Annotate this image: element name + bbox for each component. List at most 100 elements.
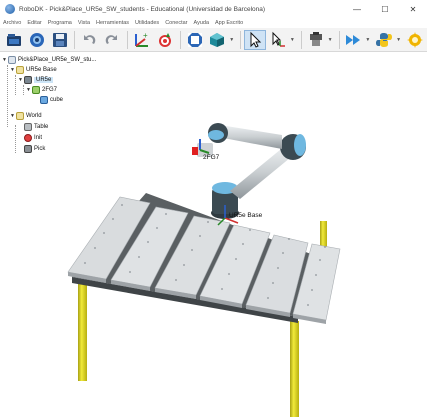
select-icon	[250, 31, 262, 48]
tree-label-ur5e: UR5e	[34, 77, 54, 83]
run-dropdown-icon[interactable]: ▼	[365, 37, 371, 43]
table-leg-front-right	[290, 321, 299, 417]
tree-connector	[23, 85, 24, 95]
move-reference-icon	[272, 31, 285, 47]
teach-target-icon	[158, 32, 171, 47]
title-bar: RoboDK - Pick&Place_UR5e_SW_students - E…	[0, 0, 427, 18]
station-icon	[8, 56, 16, 64]
add-target-button[interactable]: +	[131, 30, 153, 50]
robot-icon	[24, 76, 32, 84]
frame-icon	[16, 112, 24, 120]
tool-label: 2FG7	[203, 154, 220, 161]
toolbar-separator	[127, 30, 129, 49]
tree-node-station[interactable]: ▼ Pick&Place_UR5e_SW_stu...	[2, 55, 96, 65]
select-button[interactable]	[244, 29, 267, 50]
robot-upper-arm	[218, 125, 282, 149]
toolbar-separator	[74, 30, 76, 49]
tree-label-cube: cube	[50, 97, 64, 103]
table-leg-front-left	[78, 283, 87, 381]
tree-node-table[interactable]: Table	[24, 122, 48, 132]
robot-elbow-ring	[294, 134, 306, 156]
web-button[interactable]	[26, 30, 48, 50]
program-icon	[24, 145, 32, 153]
object-icon	[24, 123, 32, 131]
toolbar-separator	[338, 30, 340, 49]
fit-view-button[interactable]	[184, 30, 206, 50]
tcp-red-marker	[192, 147, 198, 155]
maximize-button[interactable]: ☐	[371, 0, 399, 18]
move-dropdown-icon[interactable]: ▼	[290, 37, 296, 43]
options-button[interactable]	[404, 30, 426, 50]
undo-button[interactable]	[78, 30, 100, 50]
web-icon	[29, 32, 44, 47]
iso-view-dropdown-icon[interactable]: ▼	[229, 37, 235, 43]
options-icon	[406, 31, 423, 48]
tree-node-2fg7[interactable]: ▼ 2FG7	[26, 85, 57, 95]
menu-herramientas[interactable]: Herramientas	[96, 20, 129, 26]
tree-label-init: Init	[34, 135, 43, 141]
open-icon	[6, 33, 21, 46]
teach-target-button[interactable]	[154, 30, 176, 50]
open-button[interactable]	[3, 30, 25, 50]
python-icon	[376, 32, 393, 47]
tool-icon	[32, 86, 40, 94]
station-tree: ▼ Pick&Place_UR5e_SW_stu... ▼ UR5e Base …	[0, 53, 112, 163]
base-label: UR5e Base	[229, 212, 263, 219]
toolbar-separator	[240, 30, 242, 49]
toolbar-separator	[300, 30, 302, 49]
run-icon	[346, 34, 361, 45]
save-button[interactable]	[49, 30, 71, 50]
add-target-icon: +	[134, 31, 148, 47]
minimize-button[interactable]: —	[343, 0, 371, 18]
redo-button[interactable]	[101, 30, 123, 50]
menu-bar: Archivo Editar Programa Vista Herramient…	[0, 18, 427, 28]
tree-label-pick: Pick	[34, 146, 46, 152]
tree-label-world: World	[26, 113, 42, 119]
tree-connector	[15, 75, 16, 95]
tree-node-pick[interactable]: Pick	[24, 144, 45, 154]
save-icon	[52, 32, 67, 47]
tree-node-ur5e-base[interactable]: ▼ UR5e Base	[10, 65, 57, 75]
main-toolbar: + ▼ ▼ ▼ ▼ ▼	[0, 28, 427, 52]
menu-ayuda[interactable]: Ayuda	[194, 20, 210, 26]
menu-archivo[interactable]: Archivo	[3, 20, 21, 26]
menu-editar[interactable]: Editar	[27, 20, 41, 26]
window-controls: — ☐ ✕	[343, 0, 427, 18]
ur5e-robot[interactable]	[192, 123, 306, 219]
robodk-app-icon	[5, 4, 15, 14]
tree-label-2fg7: 2FG7	[42, 87, 58, 93]
program-icon	[309, 31, 322, 46]
menu-vista[interactable]: Vista	[78, 20, 90, 26]
object-icon	[40, 96, 48, 104]
tree-label-ur5e-base: UR5e Base	[26, 67, 57, 73]
iso-view-icon	[210, 32, 225, 47]
python-button[interactable]	[373, 30, 395, 50]
program-button[interactable]	[305, 30, 327, 50]
menu-conectar[interactable]: Conectar	[165, 20, 187, 26]
tree-label-table: Table	[34, 124, 49, 130]
run-button[interactable]	[343, 30, 365, 50]
target-icon	[24, 134, 32, 142]
tree-node-cube[interactable]: cube	[40, 95, 63, 105]
tree-node-init[interactable]: Init	[24, 133, 42, 143]
robot-wrist-ring	[208, 130, 224, 140]
close-button[interactable]: ✕	[399, 0, 427, 18]
iso-view-button[interactable]	[206, 30, 228, 50]
redo-icon	[105, 34, 118, 44]
menu-utilidades[interactable]: Utilidades	[135, 20, 159, 26]
tree-label-station: Pick&Place_UR5e_SW_stu...	[18, 57, 97, 63]
move-reference-button[interactable]	[267, 30, 289, 50]
program-dropdown-icon[interactable]: ▼	[328, 37, 334, 43]
python-dropdown-icon[interactable]: ▼	[396, 37, 402, 43]
menu-app-escrito[interactable]: App Escrito	[215, 20, 243, 26]
tree-node-ur5e[interactable]: ▼ UR5e	[18, 75, 54, 85]
svg-text:+: +	[143, 31, 148, 40]
tree-connector	[7, 65, 8, 127]
toolbar-separator	[179, 30, 181, 49]
window-title: RoboDK - Pick&Place_UR5e_SW_students - E…	[19, 5, 266, 13]
menu-programa[interactable]: Programa	[48, 20, 72, 26]
fit-view-icon	[187, 32, 202, 47]
frame-icon	[16, 66, 24, 74]
undo-icon	[84, 34, 96, 44]
tree-node-world[interactable]: ▼ World	[10, 111, 42, 121]
